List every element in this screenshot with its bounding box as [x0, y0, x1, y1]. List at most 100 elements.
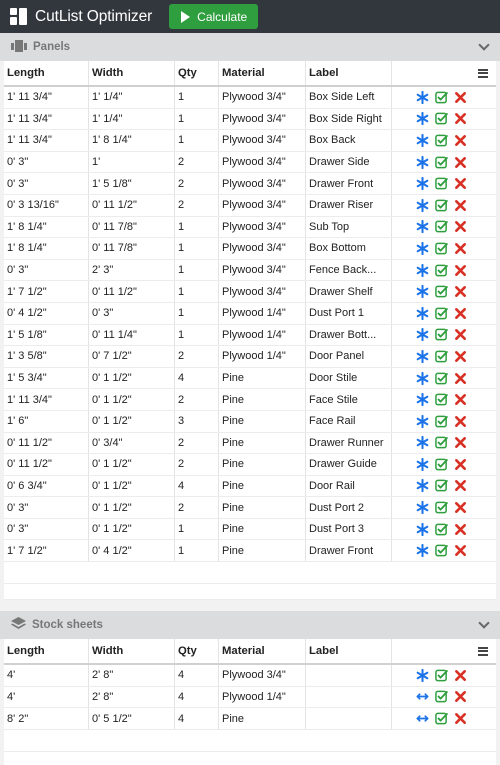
cell-label[interactable]: Drawer Guide [306, 454, 392, 475]
checkbox-checked-icon[interactable] [434, 711, 449, 726]
cell-material[interactable]: Pine [219, 454, 306, 475]
cell-material[interactable]: Pine [219, 475, 306, 497]
cell-qty[interactable]: 4 [175, 367, 219, 389]
cell-qty[interactable]: 2 [175, 194, 219, 216]
cell-material[interactable]: Plywood 1/4" [219, 302, 306, 324]
cell-length[interactable]: 1' 11 3/4" [4, 108, 89, 130]
delete-icon[interactable] [453, 111, 468, 126]
cell-length[interactable]: 1' 3 5/8" [4, 346, 89, 367]
cell-width[interactable]: 0' 1 1/2" [89, 518, 175, 540]
cell-material[interactable]: Pine [219, 432, 306, 454]
cell-width[interactable]: 0' 1 1/2" [89, 475, 175, 497]
cell-material[interactable]: Plywood 3/4" [219, 173, 306, 194]
cell-width[interactable]: 0' 11 7/8" [89, 238, 175, 259]
delete-icon[interactable] [453, 457, 468, 472]
cell-width[interactable]: 0' 1 1/2" [89, 389, 175, 410]
cell-material[interactable]: Plywood 3/4" [219, 130, 306, 151]
chevron-down-icon[interactable] [478, 617, 490, 629]
column-header-qty[interactable]: Qty [175, 639, 219, 664]
checkbox-checked-icon[interactable] [434, 90, 449, 105]
cell-label[interactable]: Face Rail [306, 410, 392, 432]
delete-icon[interactable] [453, 668, 468, 683]
delete-icon[interactable] [453, 198, 468, 213]
column-header-length[interactable]: Length [4, 639, 89, 664]
checkbox-checked-icon[interactable] [434, 349, 449, 364]
cell-length[interactable]: 0' 3" [4, 259, 89, 281]
cell-qty[interactable]: 2 [175, 432, 219, 454]
cell-length[interactable]: 8' 2" [4, 708, 89, 729]
cell-label[interactable]: Box Side Right [306, 108, 392, 130]
cell-material[interactable]: Plywood 1/4" [219, 686, 306, 708]
checkbox-checked-icon[interactable] [434, 392, 449, 407]
cell-length[interactable]: 1' 7 1/2" [4, 281, 89, 302]
cell-label[interactable]: Dust Port 2 [306, 497, 392, 518]
delete-icon[interactable] [453, 414, 468, 429]
cell-label[interactable]: Box Side Left [306, 87, 392, 108]
asterisk-icon[interactable] [415, 241, 430, 256]
asterisk-icon[interactable] [415, 435, 430, 450]
cell-label[interactable]: Box Back [306, 130, 392, 151]
cell-qty[interactable]: 1 [175, 87, 219, 108]
cell-qty[interactable]: 2 [175, 346, 219, 367]
empty-row[interactable] [4, 752, 496, 765]
cell-length[interactable]: 0' 4 1/2" [4, 302, 89, 324]
calculate-button[interactable]: Calculate [169, 4, 259, 29]
cell-length[interactable]: 1' 7 1/2" [4, 540, 89, 562]
cell-label[interactable]: Drawer Runner [306, 432, 392, 454]
cell-width[interactable]: 1' [89, 151, 175, 173]
cell-label[interactable]: Drawer Riser [306, 194, 392, 216]
cell-label[interactable]: Drawer Side [306, 151, 392, 173]
cell-label[interactable]: Sub Top [306, 216, 392, 238]
delete-icon[interactable] [453, 241, 468, 256]
cell-length[interactable]: 1' 8 1/4" [4, 216, 89, 238]
cell-label[interactable]: Fence Back... [306, 259, 392, 281]
checkbox-checked-icon[interactable] [434, 414, 449, 429]
cell-qty[interactable]: 4 [175, 686, 219, 708]
cell-label[interactable] [306, 665, 392, 686]
cell-length[interactable]: 0' 3" [4, 151, 89, 173]
column-header-length[interactable]: Length [4, 61, 89, 85]
cell-label[interactable]: Drawer Front [306, 173, 392, 194]
cell-length[interactable]: 1' 5 1/8" [4, 324, 89, 346]
cell-label[interactable]: Dust Port 1 [306, 302, 392, 324]
cell-qty[interactable]: 1 [175, 302, 219, 324]
delete-icon[interactable] [453, 306, 468, 321]
cell-material[interactable]: Pine [219, 540, 306, 562]
cell-material[interactable]: Plywood 3/4" [219, 665, 306, 686]
checkbox-checked-icon[interactable] [434, 241, 449, 256]
cell-length[interactable]: 1' 8 1/4" [4, 238, 89, 259]
cell-length[interactable]: 0' 11 1/2" [4, 432, 89, 454]
checkbox-checked-icon[interactable] [434, 435, 449, 450]
delete-icon[interactable] [453, 133, 468, 148]
horizontal-arrow-icon[interactable] [415, 689, 430, 704]
delete-icon[interactable] [453, 500, 468, 515]
checkbox-checked-icon[interactable] [434, 155, 449, 170]
checkbox-checked-icon[interactable] [434, 263, 449, 278]
cell-width[interactable]: 1' 5 1/8" [89, 173, 175, 194]
cell-width[interactable]: 2' 8" [89, 665, 175, 686]
column-header-width[interactable]: Width [89, 639, 175, 664]
cell-material[interactable]: Pine [219, 367, 306, 389]
asterisk-icon[interactable] [415, 371, 430, 386]
cell-qty[interactable]: 3 [175, 410, 219, 432]
cell-material[interactable]: Plywood 3/4" [219, 238, 306, 259]
cell-qty[interactable]: 2 [175, 454, 219, 475]
column-header-qty[interactable]: Qty [175, 61, 219, 85]
cell-label[interactable]: Door Stile [306, 367, 392, 389]
cell-length[interactable]: 4' [4, 665, 89, 686]
delete-icon[interactable] [453, 155, 468, 170]
asterisk-icon[interactable] [415, 219, 430, 234]
panels-header[interactable]: Panels [0, 33, 500, 61]
cell-material[interactable]: Plywood 3/4" [219, 151, 306, 173]
asterisk-icon[interactable] [415, 155, 430, 170]
cell-label[interactable] [306, 686, 392, 708]
cell-qty[interactable]: 1 [175, 324, 219, 346]
delete-icon[interactable] [453, 263, 468, 278]
delete-icon[interactable] [453, 711, 468, 726]
cell-qty[interactable]: 1 [175, 130, 219, 151]
asterisk-icon[interactable] [415, 111, 430, 126]
cell-qty[interactable]: 1 [175, 238, 219, 259]
column-header-material[interactable]: Material [219, 61, 306, 85]
cell-qty[interactable]: 2 [175, 389, 219, 410]
delete-icon[interactable] [453, 284, 468, 299]
